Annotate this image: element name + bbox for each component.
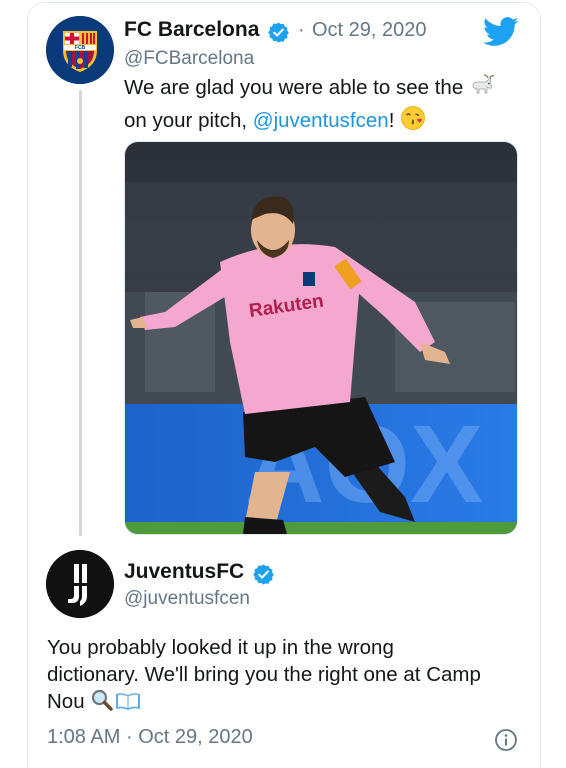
twitter-bird-icon[interactable] xyxy=(483,17,519,47)
fc-barcelona-avatar[interactable]: FCB xyxy=(46,16,114,84)
tweet-text-line2: on your pitch, xyxy=(124,109,253,132)
tweet-text-exclaim: ! xyxy=(388,109,395,132)
info-icon[interactable] xyxy=(494,728,518,752)
tweet-separator: · xyxy=(298,19,305,41)
reply-text-line1: You probably looked it up in the wrong xyxy=(47,636,394,659)
meta-separator: · xyxy=(125,726,133,748)
reply-date: Oct 29, 2020 xyxy=(138,726,253,748)
tweet-date[interactable]: Oct 29, 2020 xyxy=(312,19,427,42)
goat-emoji-icon xyxy=(469,74,495,105)
reply-text-line3: Nou xyxy=(47,690,85,713)
reply-time: 1:08 AM xyxy=(47,726,121,748)
juventus-avatar[interactable] xyxy=(46,550,114,618)
open-book-emoji-icon xyxy=(114,690,142,719)
svg-text:FCB: FCB xyxy=(75,45,86,51)
thread-connector-line xyxy=(79,90,82,536)
football-player-photo: AOX Rakuten xyxy=(125,142,517,534)
magnifying-glass-emoji-icon xyxy=(90,688,114,719)
author-name[interactable]: FC Barcelona xyxy=(124,18,259,42)
fc-barcelona-crest-icon: FCB xyxy=(46,16,114,84)
reply-text-line2: dictionary. We'll bring you the right on… xyxy=(47,663,481,686)
tweet-media-image[interactable]: AOX Rakuten xyxy=(124,141,518,535)
reply-timestamp[interactable]: 1:08 AM · Oct 29, 2020 xyxy=(47,726,253,749)
author-handle[interactable]: @FCBarcelona xyxy=(124,48,254,70)
verified-badge-icon xyxy=(253,564,274,585)
reply-author-handle[interactable]: @juventusfcen xyxy=(124,588,250,610)
tweet-text-line1: We are glad you were able to see the xyxy=(124,76,464,99)
mention-link[interactable]: @juventusfcen xyxy=(253,109,389,132)
reply-text: You probably looked it up in the wrong d… xyxy=(47,634,537,719)
kissing-face-emoji-icon xyxy=(400,105,426,138)
verified-badge-icon xyxy=(268,22,289,43)
juventus-logo-icon xyxy=(46,550,114,618)
reply-author-name[interactable]: JuventusFC xyxy=(124,560,244,584)
tweet-text: We are glad you were able to see the on … xyxy=(124,74,524,138)
